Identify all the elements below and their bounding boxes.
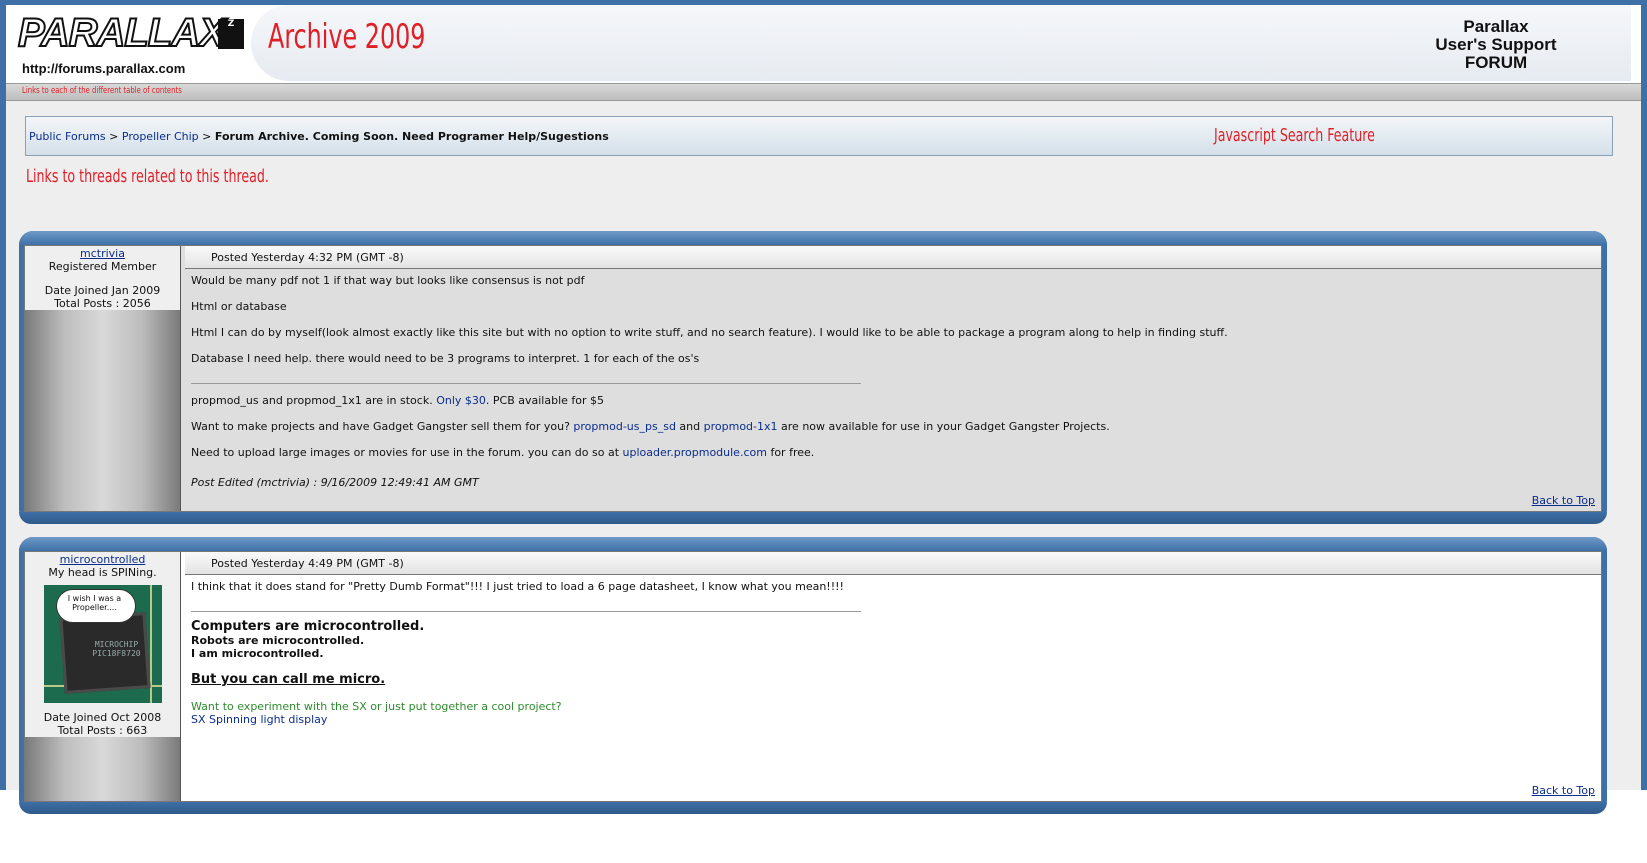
signature-line: propmod_us and propmod_1x1 are in stock.… <box>191 394 1595 407</box>
author-name[interactable]: microcontrolled <box>25 553 180 566</box>
post-paragraph: Database I need help. there would need t… <box>191 352 700 365</box>
author-joined: Date Joined Jan 2009 <box>44 284 161 297</box>
forum-title: Parallax User's Support FORUM <box>1406 18 1586 72</box>
sig-link-only-30[interactable]: Only $30 <box>436 394 486 407</box>
post-paragraph: Would be many pdf not 1 if that way but … <box>191 274 585 287</box>
author-name[interactable]: mctrivia <box>25 247 180 260</box>
post-paragraph: I think that it does stand for "Pretty D… <box>191 580 844 593</box>
sig-text: Want to make projects and have Gadget Ga… <box>191 420 574 433</box>
sig-text: . PCB available for $5 <box>485 394 605 407</box>
sig-link-propmod-us[interactable]: propmod-us_ps_sd <box>573 420 676 433</box>
signature-line: Need to upload large images or movies fo… <box>191 446 1595 459</box>
author-column: mctrivia Registered Member Date Joined J… <box>25 246 181 511</box>
logo-url[interactable]: http://forums.parallax.com <box>22 61 185 76</box>
sig-line: Robots are microcontrolled. <box>191 634 365 647</box>
post-top-cap <box>19 231 1607 245</box>
sig-text: for free. <box>766 446 815 459</box>
author-total-posts: Total Posts : 663 <box>57 724 148 737</box>
sig-text: propmod_us and propmod_1x1 are in stock. <box>191 394 437 407</box>
sig-green-text: Want to experiment with the SX or just p… <box>191 700 562 713</box>
author-total-posts: Total Posts : 2056 <box>54 297 151 310</box>
site-header: PARALLAX Z http://forums.parallax.com Ar… <box>6 5 1641 83</box>
post-content-area: mctrivia Registered Member Date Joined J… <box>24 245 1602 512</box>
breadcrumb-public-forums[interactable]: Public Forums <box>29 130 106 143</box>
post-paragraph: Html or database <box>191 300 287 313</box>
author-column: microcontrolled My head is SPINing. MICR… <box>25 552 181 801</box>
sig-line: I am microcontrolled. <box>191 647 324 660</box>
post: mctrivia Registered Member Date Joined J… <box>19 231 1607 524</box>
signature-divider <box>191 611 861 612</box>
breadcrumb-separator: > <box>202 130 212 143</box>
post-date: Posted Yesterday 4:49 PM (GMT -8) <box>211 557 404 570</box>
breadcrumb-box: Public Forums > Propeller Chip > Forum A… <box>25 116 1613 156</box>
author-rank: Registered Member <box>48 260 157 273</box>
sig-heading: Computers are microcontrolled. <box>191 619 425 634</box>
post-bottom-cap <box>19 512 1607 524</box>
sig-text: are now available for use in your Gadget… <box>777 420 1110 433</box>
breadcrumb-current: Forum Archive. Coming Soon. Need Program… <box>214 130 609 143</box>
author-rank: My head is SPINing. <box>48 566 157 579</box>
toc-link[interactable]: Links to each of the different table of … <box>22 86 182 96</box>
sig-link-propmod-1x1[interactable]: propmod-1x1 <box>704 420 778 433</box>
post-edited-note: Post Edited (mctrivia) : 9/16/2009 12:49… <box>191 476 479 489</box>
archive-title: Archive 2009 <box>268 17 426 57</box>
post-paragraph: Html I can do by myself(look almost exac… <box>191 326 1228 339</box>
forum-title-line: User's Support <box>1435 35 1557 54</box>
post-header: Posted Yesterday 4:32 PM (GMT -8) <box>185 246 1601 269</box>
forum-title-line: Parallax <box>1463 17 1529 36</box>
signature-line: Want to make projects and have Gadget Ga… <box>191 420 1595 433</box>
breadcrumb-separator: > <box>109 130 119 143</box>
sig-sx-link[interactable]: SX Spinning light display <box>191 713 1595 726</box>
post-top-cap <box>19 537 1607 551</box>
post-date: Posted Yesterday 4:32 PM (GMT -8) <box>211 251 404 264</box>
sig-underline: But you can call me micro. <box>191 672 386 687</box>
divider-dots <box>1070 224 1530 228</box>
post-body: Would be many pdf not 1 if that way but … <box>191 274 1595 511</box>
related-threads-link[interactable]: Links to threads related to this thread. <box>26 166 269 187</box>
author-info: mctrivia Registered Member Date Joined J… <box>25 246 180 310</box>
search-feature-link[interactable]: Javascript Search Feature <box>1214 125 1375 146</box>
parallax-logo[interactable]: PARALLAX Z http://forums.parallax.com <box>17 10 244 79</box>
breadcrumb: Public Forums > Propeller Chip > Forum A… <box>29 130 609 143</box>
post-bottom-cap <box>19 802 1607 814</box>
post-content-area: microcontrolled My head is SPINing. MICR… <box>24 551 1602 802</box>
signature-divider <box>191 383 861 384</box>
author-info: microcontrolled My head is SPINing. MICR… <box>25 552 180 737</box>
sig-link-uploader[interactable]: uploader.propmodule.com <box>623 446 767 459</box>
thought-bubble-text: I wish I was a Propeller.... <box>67 594 122 612</box>
post-header: Posted Yesterday 4:49 PM (GMT -8) <box>185 552 1601 575</box>
chip-label: MICROCHIP PIC18F8720 <box>92 640 141 658</box>
post: microcontrolled My head is SPINing. MICR… <box>19 537 1607 814</box>
back-to-top-link[interactable]: Back to Top <box>1532 784 1595 797</box>
sig-text: Need to upload large images or movies fo… <box>191 446 623 459</box>
toc-bar: Links to each of the different table of … <box>6 83 1641 101</box>
author-joined: Date Joined Oct 2008 <box>43 711 162 724</box>
sig-text: and <box>675 420 704 433</box>
logo-badge: Z <box>218 19 244 49</box>
breadcrumb-propeller-chip[interactable]: Propeller Chip <box>122 130 199 143</box>
back-to-top-link[interactable]: Back to Top <box>1532 494 1595 507</box>
logo-text: PARALLAX <box>17 10 227 56</box>
post-body: I think that it does stand for "Pretty D… <box>191 580 1595 801</box>
avatar: MICROCHIP PIC18F8720 I wish I was a Prop… <box>43 585 162 703</box>
forum-title-line: FORUM <box>1464 53 1528 72</box>
